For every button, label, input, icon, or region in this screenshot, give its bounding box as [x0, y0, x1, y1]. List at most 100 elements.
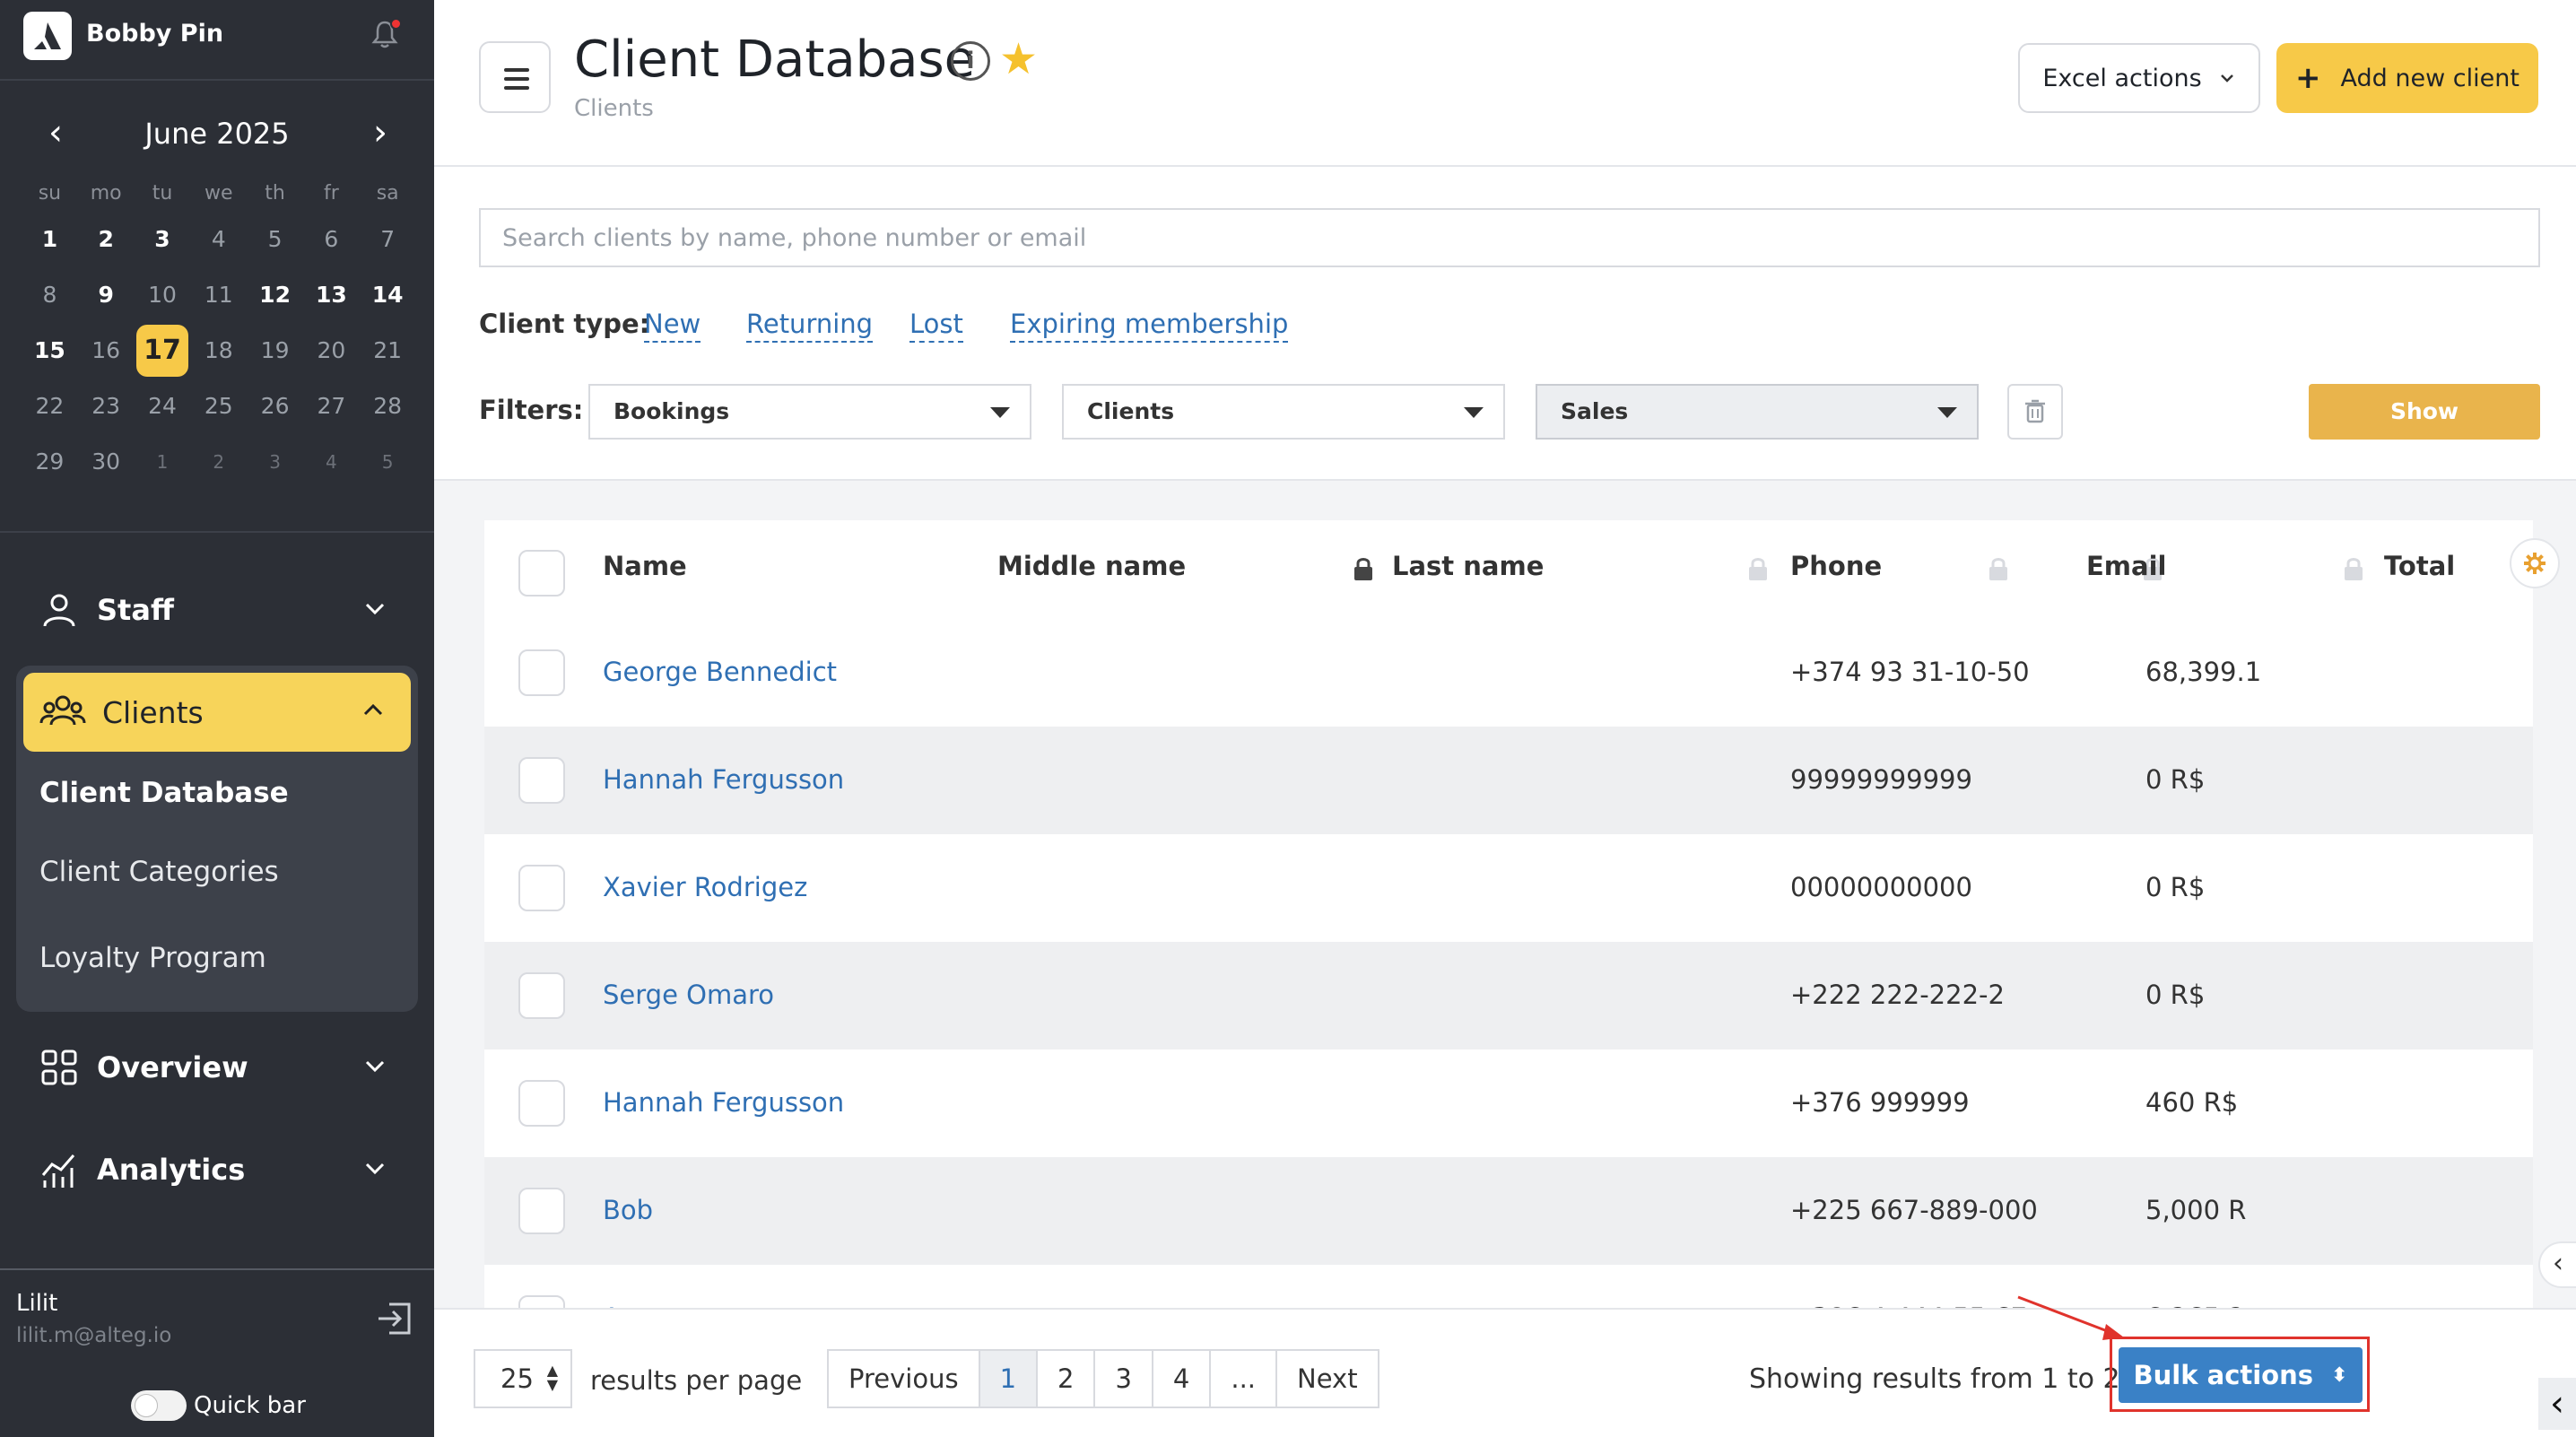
calendar-day[interactable]: 5	[361, 436, 413, 488]
calendar-day[interactable]: 13	[305, 269, 357, 321]
select-all-checkbox[interactable]	[518, 550, 565, 597]
column-settings-button[interactable]	[2510, 538, 2560, 588]
row-checkbox[interactable]	[518, 1080, 565, 1127]
lock-icon[interactable]	[1353, 556, 1374, 581]
column-header-last-name[interactable]: Last name	[1392, 551, 1544, 581]
lock-icon[interactable]	[2343, 556, 2364, 581]
pagination-page-1[interactable]: 1	[979, 1351, 1039, 1407]
client-type-new[interactable]: New	[644, 309, 701, 343]
pagination-previous[interactable]: Previous	[829, 1351, 980, 1407]
calendar-day[interactable]: 18	[193, 325, 245, 377]
excel-actions-button[interactable]: Excel actions	[2018, 43, 2260, 113]
per-page-select[interactable]: 25 ▲ ▼	[474, 1349, 572, 1408]
table-row[interactable]: Hannah Fergusson +376 999999 460 R$	[484, 1049, 2533, 1157]
client-name-link[interactable]: Serge Omaro	[603, 980, 774, 1010]
column-header-middle-name[interactable]: Middle name	[997, 551, 1186, 581]
client-name-link[interactable]: Hannah Fergusson	[603, 764, 844, 795]
client-type-expiring-membership[interactable]: Expiring membership	[1010, 309, 1289, 343]
calendar-day-today[interactable]: 17	[135, 325, 188, 377]
table-row[interactable]: Serge Omaro +222 222-222-2 0 R$	[484, 942, 2533, 1049]
star-icon[interactable]: ★	[999, 34, 1038, 84]
calendar-day[interactable]: 26	[249, 380, 301, 432]
menu-button[interactable]	[479, 41, 551, 113]
calendar-day[interactable]: 1	[136, 436, 188, 488]
client-name-link[interactable]: George Bennedict	[603, 657, 837, 687]
column-header-name[interactable]: Name	[603, 551, 687, 581]
calendar-day[interactable]: 12	[249, 269, 301, 321]
calendar-day[interactable]: 11	[193, 269, 245, 321]
table-row[interactable]: Bob +225 667-889-000 5,000 R	[484, 1157, 2533, 1265]
column-header-total[interactable]: Total	[2384, 551, 2455, 581]
logout-icon[interactable]	[373, 1297, 416, 1340]
calendar-day[interactable]: 14	[361, 269, 413, 321]
nav-client-categories[interactable]: Client Categories	[39, 856, 279, 888]
nav-client-database[interactable]: Client Database	[39, 777, 289, 809]
calendar-day[interactable]: 7	[361, 213, 413, 266]
sales-filter-select[interactable]: Sales	[1536, 384, 1979, 440]
show-button[interactable]: Show	[2309, 384, 2540, 440]
calendar-day[interactable]: 10	[136, 269, 188, 321]
calendar-next-icon[interactable]: ›	[361, 115, 400, 154]
calendar-day[interactable]: 2	[193, 436, 245, 488]
row-checkbox[interactable]	[518, 865, 565, 911]
table-row[interactable]: Hannah Fergusson 99999999999 0 R$	[484, 727, 2533, 834]
bulk-actions-button[interactable]: Bulk actions ⬍	[2119, 1347, 2363, 1403]
table-row[interactable]: Anna+386 4 444 55 676,265.2	[484, 1265, 2533, 1308]
pagination-ellipsis[interactable]: ...	[1211, 1351, 1278, 1407]
add-new-client-button[interactable]: + Add new client	[2276, 43, 2538, 113]
calendar-day[interactable]: 24	[136, 380, 188, 432]
client-name-link[interactable]: Hannah Fergusson	[603, 1087, 844, 1118]
breadcrumb[interactable]: Clients	[574, 95, 654, 122]
chevron-left-icon[interactable]: ‹	[2538, 1378, 2576, 1430]
clients-filter-select[interactable]: Clients	[1062, 384, 1505, 440]
business-name[interactable]: Bobby Pin	[86, 20, 223, 48]
notification-bell-icon[interactable]	[371, 18, 402, 50]
pagination-page-3[interactable]: 3	[1095, 1351, 1153, 1407]
client-name-link[interactable]: Bob	[603, 1195, 653, 1225]
calendar-day[interactable]: 29	[23, 436, 75, 488]
calendar-day[interactable]: 28	[361, 380, 413, 432]
calendar-day[interactable]: 4	[193, 213, 245, 266]
calendar-day[interactable]: 21	[361, 325, 413, 377]
calendar-day[interactable]: 27	[305, 380, 357, 432]
row-checkbox[interactable]	[518, 757, 565, 804]
nav-loyalty-program[interactable]: Loyalty Program	[39, 942, 266, 974]
calendar-day[interactable]: 6	[305, 213, 357, 266]
calendar-day[interactable]: 15	[23, 325, 75, 377]
table-row[interactable]: Xavier Rodrigez 00000000000 0 R$	[484, 834, 2533, 942]
calendar-day[interactable]: 9	[80, 269, 132, 321]
info-icon[interactable]: i	[951, 41, 990, 81]
pagination-page-4[interactable]: 4	[1153, 1351, 1212, 1407]
calendar-day[interactable]: 1	[23, 213, 75, 266]
row-checkbox[interactable]	[518, 649, 565, 696]
calendar-day[interactable]: 4	[305, 436, 357, 488]
row-checkbox[interactable]	[518, 972, 565, 1019]
row-checkbox[interactable]	[518, 1295, 565, 1308]
search-input[interactable]	[479, 208, 2540, 267]
quickbar-toggle[interactable]: Quick bar	[131, 1390, 306, 1421]
pagination-page-2[interactable]: 2	[1038, 1351, 1096, 1407]
calendar-day[interactable]: 2	[80, 213, 132, 266]
calendar-day[interactable]: 8	[23, 269, 75, 321]
nav-analytics[interactable]: Analytics	[22, 1130, 413, 1209]
table-row[interactable]: George Bennedict +374 93 31-10-50 68,399.1	[484, 619, 2533, 727]
calendar-day[interactable]: 20	[305, 325, 357, 377]
clear-filters-button[interactable]	[2007, 384, 2063, 440]
calendar-day[interactable]: 19	[249, 325, 301, 377]
pagination-next[interactable]: Next	[1277, 1351, 1378, 1407]
column-header-phone[interactable]: Phone	[1790, 551, 1882, 581]
app-logo[interactable]	[23, 12, 72, 60]
calendar-day[interactable]: 3	[249, 436, 301, 488]
nav-clients[interactable]: Clients	[23, 673, 411, 752]
client-type-returning[interactable]: Returning	[746, 309, 874, 343]
calendar-day[interactable]: 25	[193, 380, 245, 432]
calendar-day[interactable]: 30	[80, 436, 132, 488]
client-type-lost[interactable]: Lost	[909, 309, 963, 343]
calendar-day[interactable]: 23	[80, 380, 132, 432]
lock-icon[interactable]	[1988, 556, 2009, 581]
lock-icon[interactable]	[1747, 556, 1769, 581]
calendar-day[interactable]: 22	[23, 380, 75, 432]
toggle-switch[interactable]	[131, 1390, 187, 1421]
calendar-day[interactable]: 5	[249, 213, 301, 266]
column-header-email[interactable]: Email	[2086, 551, 2166, 581]
